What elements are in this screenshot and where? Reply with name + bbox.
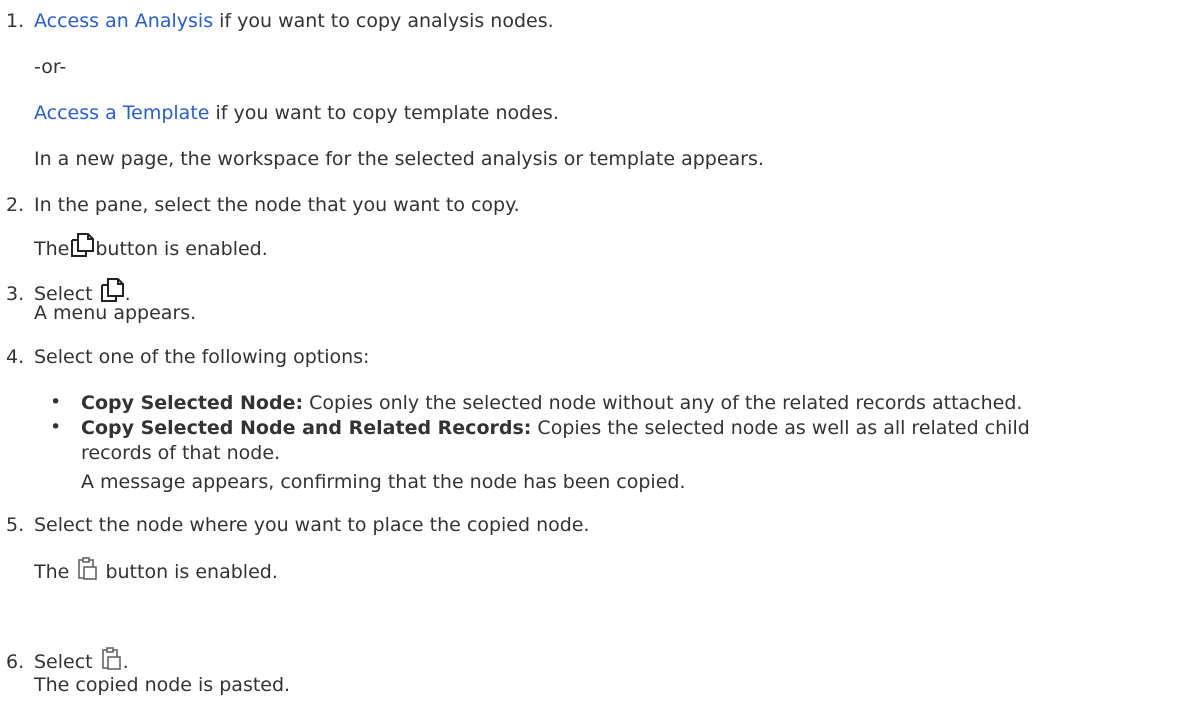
step-4: 4. Select one of the following options: — [6, 346, 369, 368]
step-number: 5. — [6, 514, 25, 536]
option-desc: Copies the selected node as well as all … — [531, 417, 1030, 439]
bullet: • — [50, 416, 62, 438]
step-result: A message appears, confirming that the n… — [81, 471, 686, 493]
copy-icon — [69, 232, 95, 263]
step-result: A menu appears. — [34, 302, 197, 324]
step-number: 1. — [6, 10, 25, 32]
bullet: • — [50, 391, 62, 413]
access-template-link[interactable]: Access a Template — [34, 102, 209, 124]
or-text: -or- — [34, 56, 67, 78]
option-desc: Copies only the selected node without an… — [303, 392, 1023, 414]
step-number: 6. — [6, 651, 25, 673]
option-label: Copy Selected Node: — [81, 392, 304, 414]
access-analysis-link[interactable]: Access an Analysis — [34, 10, 213, 32]
paste-icon — [99, 647, 123, 676]
step-text: Select one of the following options: — [34, 346, 370, 368]
step-result: The button is enabled. — [34, 232, 268, 263]
step-number: 2. — [6, 194, 25, 216]
option-label: Copy Selected Node and Related Records: — [81, 417, 532, 439]
procedure-steps: 1. Access an Analysis if you want to copy… — [0, 0, 1179, 725]
step-5: 5. Select the node where you want to plac… — [6, 514, 590, 536]
step-1-alt: Access a Template if you want to copy te… — [34, 102, 559, 124]
option-desc-cont: records of that node. — [81, 442, 281, 464]
step-text: if you want to copy analysis nodes. — [213, 10, 554, 32]
step-1: 1. Access an Analysis if you want to copy… — [6, 10, 554, 32]
step-number: 4. — [6, 346, 25, 368]
step-text: Select the node where you want to place … — [34, 514, 590, 536]
step-result: The copied node is pasted. — [34, 674, 291, 696]
paste-icon — [75, 557, 99, 586]
step-number: 3. — [6, 283, 25, 305]
step-6: 6. Select . — [6, 647, 129, 676]
step-result: The button is enabled. — [34, 557, 278, 586]
step-result: In a new page, the workspace for the sel… — [34, 148, 764, 170]
step-text: In the pane, select the node that you wa… — [34, 194, 520, 216]
step-text: if you want to copy template nodes. — [209, 102, 559, 124]
step-2: 2. In the pane, select the node that you … — [6, 194, 520, 216]
